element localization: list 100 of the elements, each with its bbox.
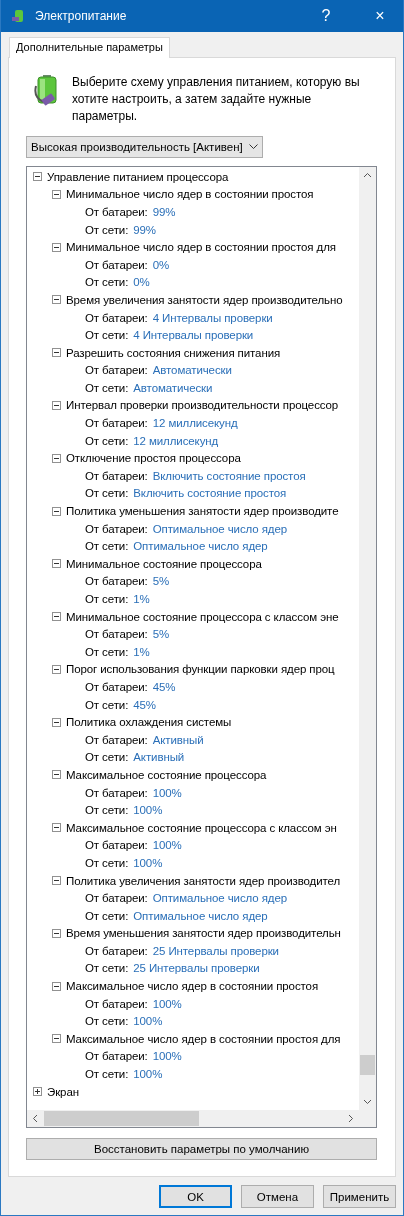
setting-value-link[interactable]: 100% bbox=[133, 1015, 163, 1028]
tree-node-label[interactable]: Максимальное число ядер в состоянии простоя для bbox=[66, 1032, 341, 1045]
setting-label: От сети: bbox=[85, 329, 129, 342]
setting-label: От батареи: bbox=[85, 680, 148, 693]
setting-value-link[interactable]: 5% bbox=[152, 575, 170, 588]
setting-value-link[interactable]: Оптимальное число ядер bbox=[152, 522, 288, 535]
setting-value-link[interactable]: Включить состояние простоя bbox=[133, 487, 287, 500]
tree-node-label[interactable]: Разрешить состояния снижения питания bbox=[66, 346, 281, 359]
setting-label: От батареи: bbox=[85, 575, 148, 588]
setting-value-link[interactable]: 4 Интервалы проверки bbox=[133, 329, 254, 342]
dialog-button[interactable]: Применить bbox=[323, 1185, 396, 1208]
setting-value-link[interactable]: 100% bbox=[152, 786, 182, 799]
setting-label: От батареи: bbox=[85, 469, 148, 482]
tree-node-label[interactable]: Минимальное число ядер в состоянии простоя bbox=[66, 188, 314, 201]
chevron-up-icon[interactable] bbox=[363, 170, 372, 180]
help-button[interactable]: ? bbox=[303, 0, 349, 32]
collapse-icon[interactable] bbox=[52, 242, 61, 252]
setting-label: От батареи: bbox=[85, 733, 148, 746]
setting-value-link[interactable]: 12 миллисекунд bbox=[133, 434, 219, 447]
setting-value-link[interactable]: 1% bbox=[133, 593, 150, 605]
chevron-down-icon[interactable] bbox=[363, 1097, 372, 1107]
setting-value-link[interactable]: 45% bbox=[152, 680, 176, 693]
collapse-icon[interactable] bbox=[52, 506, 61, 516]
collapse-icon[interactable] bbox=[52, 559, 61, 569]
setting-value-link[interactable]: 4 Интервалы проверки bbox=[152, 311, 273, 324]
tree-node-label[interactable]: Время увеличения занятости ядер производительно bbox=[66, 293, 343, 306]
horizontal-scrollbar[interactable] bbox=[27, 1110, 359, 1128]
setting-value-link[interactable]: 25 Интервалы проверки bbox=[133, 962, 260, 975]
setting-value-link[interactable]: Оптимальное число ядер bbox=[152, 892, 288, 905]
setting-label: От сети: bbox=[85, 962, 129, 975]
collapse-icon[interactable] bbox=[52, 612, 61, 622]
setting-value-link[interactable]: 45% bbox=[133, 698, 156, 711]
tree-node-label[interactable]: Экран bbox=[47, 1085, 79, 1098]
chevron-right-icon[interactable] bbox=[346, 1114, 355, 1124]
collapse-icon[interactable] bbox=[52, 295, 61, 305]
tree-node-label[interactable]: Порог использования функции парковки ядер проц bbox=[66, 663, 335, 676]
tree-node-label[interactable]: Политика уменьшения занятости ядер производите bbox=[66, 505, 339, 518]
restore-defaults-button[interactable]: Восстановить параметры по умолчанию bbox=[26, 1138, 377, 1160]
scroll-thumb[interactable] bbox=[44, 1111, 199, 1127]
collapse-icon[interactable] bbox=[33, 172, 42, 182]
tree-node-label[interactable]: Отключение простоя процессора bbox=[66, 452, 241, 465]
setting-value-link[interactable]: 0% bbox=[152, 258, 170, 271]
tree-node-label[interactable]: Политика охлаждения системы bbox=[66, 716, 232, 729]
collapse-icon[interactable] bbox=[52, 823, 61, 833]
scroll-thumb[interactable] bbox=[360, 1055, 375, 1076]
collapse-icon[interactable] bbox=[52, 453, 61, 463]
collapse-icon[interactable] bbox=[52, 928, 61, 938]
tree-node-label[interactable]: Максимальное состояние процессора с классом эн bbox=[66, 821, 337, 834]
setting-value-link[interactable]: 99% bbox=[133, 223, 156, 236]
setting-value-link[interactable]: Оптимальное число ядер bbox=[133, 540, 268, 553]
setting-value-link[interactable]: 12 миллисекунд bbox=[152, 417, 238, 430]
collapse-icon[interactable] bbox=[52, 876, 61, 885]
tree-node-label[interactable]: Минимальное число ядер в состоянии простоя для bbox=[66, 241, 336, 254]
setting-value-link[interactable]: Автоматически bbox=[152, 364, 232, 377]
setting-value-link[interactable]: 100% bbox=[152, 997, 182, 1010]
tree-node-label[interactable]: Интервал проверки производительности процессор bbox=[66, 399, 339, 412]
setting-label: От сети: bbox=[85, 593, 129, 605]
setting-label: От сети: bbox=[85, 381, 129, 394]
setting-value-link[interactable]: 100% bbox=[133, 804, 163, 817]
setting-value-link[interactable]: Автоматически bbox=[133, 381, 213, 394]
collapse-icon[interactable] bbox=[52, 348, 61, 358]
setting-value-link[interactable]: 99% bbox=[152, 205, 176, 218]
collapse-icon[interactable] bbox=[52, 981, 61, 991]
tree-node-label[interactable]: Управление питанием процессора bbox=[47, 170, 229, 183]
tree-node-label[interactable]: Минимальное состояние процессора с классом эне bbox=[66, 610, 339, 623]
setting-label: От сети: bbox=[85, 645, 129, 658]
setting-value-link[interactable]: 1% bbox=[133, 645, 150, 658]
setting-label: От батареи: bbox=[85, 258, 148, 271]
collapse-icon[interactable] bbox=[52, 189, 61, 199]
tree-node-label[interactable]: Максимальное состояние процессора bbox=[66, 768, 267, 781]
setting-value-link[interactable]: 100% bbox=[133, 1068, 163, 1081]
setting-value-link[interactable]: Активный bbox=[133, 751, 185, 764]
tab[interactable]: Дополнительные параметры bbox=[9, 37, 170, 58]
collapse-icon[interactable] bbox=[52, 400, 61, 410]
setting-value-link[interactable]: 100% bbox=[133, 856, 163, 869]
chevron-left-icon[interactable] bbox=[31, 1114, 40, 1124]
collapse-icon[interactable] bbox=[52, 1034, 61, 1044]
tree-node-label[interactable]: Политика увеличения занятости ядер производител bbox=[66, 874, 341, 887]
tree-node-label[interactable]: Максимальное число ядер в состоянии простоя bbox=[66, 980, 318, 993]
setting-value-link[interactable]: 25 Интервалы проверки bbox=[152, 944, 279, 957]
collapse-icon[interactable] bbox=[52, 770, 61, 780]
window-title: Электропитание bbox=[35, 9, 128, 23]
dialog-button[interactable]: Отмена bbox=[241, 1185, 314, 1208]
setting-label: От сети: bbox=[85, 909, 129, 922]
collapse-icon[interactable] bbox=[52, 664, 61, 674]
collapse-icon[interactable] bbox=[52, 717, 61, 727]
setting-value-link[interactable]: 100% bbox=[152, 1050, 182, 1063]
expand-icon[interactable] bbox=[33, 1087, 42, 1097]
setting-value-link[interactable]: Включить состояние простоя bbox=[152, 469, 306, 482]
setting-value-link[interactable]: 100% bbox=[152, 839, 182, 852]
setting-value-link[interactable]: 0% bbox=[133, 276, 150, 289]
dialog-button[interactable]: OK bbox=[159, 1185, 232, 1208]
setting-value-link[interactable]: 5% bbox=[152, 628, 170, 641]
close-button[interactable]: × bbox=[357, 0, 403, 32]
tree-node-label[interactable]: Время уменьшения занятости ядер производительн bbox=[66, 927, 341, 940]
setting-value-link[interactable]: Оптимальное число ядер bbox=[133, 909, 268, 922]
vertical-scrollbar[interactable] bbox=[359, 166, 376, 1111]
tree-node-label[interactable]: Минимальное состояние процессора bbox=[66, 557, 262, 570]
setting-value-link[interactable]: Активный bbox=[152, 733, 204, 746]
plan-dropdown[interactable]: Высокая производительность [Активен] bbox=[26, 136, 263, 158]
